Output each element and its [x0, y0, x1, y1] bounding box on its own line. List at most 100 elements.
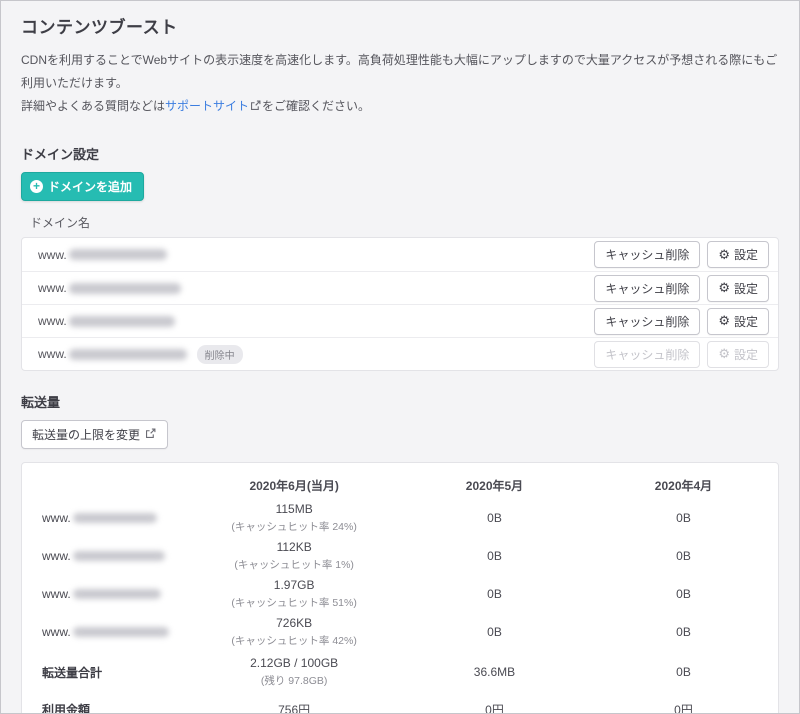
domain-prefix: www. — [38, 314, 67, 328]
transfer-row: www. 726KB(キャッシュヒット率 42%) 0B 0B — [22, 613, 778, 651]
domain-row: www. キャッシュ削除 設定 — [22, 304, 778, 337]
cache-delete-label: キャッシュ削除 — [605, 313, 689, 330]
domain-prefix: www. — [42, 587, 71, 601]
transfer-april: 0B — [589, 511, 778, 525]
transfer-may: 0B — [400, 587, 589, 601]
total-current: 2.12GB / 100GB(残り 97.8GB) — [188, 656, 400, 688]
transfer-april: 0B — [589, 549, 778, 563]
settings-label: 設定 — [734, 313, 758, 330]
transfer-current: 115MB(キャッシュヒット率 24%) — [188, 502, 400, 534]
redacted-domain — [69, 283, 181, 294]
support-site-link[interactable]: サポートサイト — [165, 99, 249, 113]
domain-row: www. キャッシュ削除 設定 — [22, 271, 778, 304]
transfer-current: 1.97GB(キャッシュヒット率 51%) — [188, 578, 400, 610]
settings-button-disabled: 設定 — [707, 341, 769, 368]
fee-label: 利用金額 — [22, 701, 188, 714]
redacted-domain — [73, 589, 161, 599]
cache-delete-button[interactable]: キャッシュ削除 — [594, 241, 700, 268]
change-transfer-limit-button[interactable]: 転送量の上限を変更 — [21, 420, 168, 449]
settings-button[interactable]: 設定 — [707, 241, 769, 268]
gear-icon — [718, 281, 730, 295]
settings-label: 設定 — [734, 346, 758, 363]
domain-list: www. キャッシュ削除 設定 www. キャッシュ削除 設定 www. キャッ… — [21, 237, 779, 371]
domain-row: www. キャッシュ削除 設定 — [22, 238, 778, 271]
transfer-total-row: 転送量合計 2.12GB / 100GB(残り 97.8GB) 36.6MB 0… — [22, 651, 778, 693]
transfer-domain: www. — [22, 549, 188, 563]
redacted-domain — [69, 349, 187, 360]
domain-prefix: www. — [38, 281, 67, 295]
total-label: 転送量合計 — [22, 664, 188, 681]
domain-prefix: www. — [42, 511, 71, 525]
transfer-domain: www. — [22, 511, 188, 525]
header-april: 2020年4月 — [589, 477, 778, 494]
external-link-icon — [145, 428, 156, 442]
transfer-table: 2020年6月(当月) 2020年5月 2020年4月 www. 115MB(キ… — [21, 462, 779, 714]
transfer-row: www. 112KB(キャッシュヒット率 1%) 0B 0B — [22, 537, 778, 575]
transfer-current: 112KB(キャッシュヒット率 1%) — [188, 540, 400, 572]
cache-hit-note: (キャッシュヒット率 24%) — [188, 519, 400, 534]
add-domain-button[interactable]: ドメインを追加 — [21, 172, 144, 201]
domain-row-actions: キャッシュ削除 設定 — [594, 241, 769, 268]
transfer-may: 0B — [400, 625, 589, 639]
redacted-domain — [73, 551, 165, 561]
domain-name: www. 削除中 — [38, 345, 243, 364]
domain-row-actions: キャッシュ削除 設定 — [594, 341, 769, 368]
transfer-may: 0B — [400, 549, 589, 563]
settings-label: 設定 — [734, 246, 758, 263]
content-boost-page: コンテンツブースト CDNを利用することでWebサイトの表示速度を高速化します。… — [0, 0, 800, 714]
page-description: CDNを利用することでWebサイトの表示速度を高速化します。高負荷処理性能も大幅… — [21, 49, 779, 119]
transfer-heading: 転送量 — [21, 392, 779, 411]
plus-icon — [30, 180, 43, 193]
redacted-domain — [69, 249, 167, 260]
settings-label: 設定 — [734, 280, 758, 297]
transfer-current: 726KB(キャッシュヒット率 42%) — [188, 616, 400, 648]
transfer-domain: www. — [22, 625, 188, 639]
description-line2-post: をご確認ください。 — [262, 99, 370, 113]
description-line1: CDNを利用することでWebサイトの表示速度を高速化します。高負荷処理性能も大幅… — [21, 53, 777, 90]
description-line2-pre: 詳細やよくある質問などは — [21, 99, 165, 113]
page-title: コンテンツブースト — [21, 13, 779, 38]
external-link-icon — [250, 96, 261, 119]
cache-hit-note: (キャッシュヒット率 1%) — [188, 557, 400, 572]
gear-icon — [718, 347, 730, 361]
transfer-april: 0B — [589, 587, 778, 601]
transfer-domain: www. — [22, 587, 188, 601]
cache-delete-button[interactable]: キャッシュ削除 — [594, 308, 700, 335]
fee-may: 0円 — [400, 701, 589, 714]
transfer-april: 0B — [589, 625, 778, 639]
domain-row-deleting: www. 削除中 キャッシュ削除 設定 — [22, 337, 778, 370]
transfer-row: www. 115MB(キャッシュヒット率 24%) 0B 0B — [22, 499, 778, 537]
total-april: 0B — [589, 665, 778, 679]
transfer-row: www. 1.97GB(キャッシュヒット率 51%) 0B 0B — [22, 575, 778, 613]
domain-prefix: www. — [38, 347, 67, 361]
domain-name: www. — [38, 314, 175, 328]
domain-row-actions: キャッシュ削除 設定 — [594, 308, 769, 335]
gear-icon — [718, 248, 730, 262]
add-domain-label: ドメインを追加 — [48, 178, 132, 195]
cache-delete-button[interactable]: キャッシュ削除 — [594, 275, 700, 302]
cache-delete-button-disabled: キャッシュ削除 — [594, 341, 700, 368]
deleting-status-badge: 削除中 — [197, 345, 243, 364]
cache-hit-note: (キャッシュヒット率 42%) — [188, 633, 400, 648]
settings-button[interactable]: 設定 — [707, 275, 769, 302]
cache-hit-note: (キャッシュヒット率 51%) — [188, 595, 400, 610]
gear-icon — [718, 314, 730, 328]
cache-delete-label: キャッシュ削除 — [605, 246, 689, 263]
domain-prefix: www. — [38, 248, 67, 262]
header-may: 2020年5月 — [400, 477, 589, 494]
domain-prefix: www. — [42, 549, 71, 563]
settings-button[interactable]: 設定 — [707, 308, 769, 335]
transfer-table-header: 2020年6月(当月) 2020年5月 2020年4月 — [22, 472, 778, 499]
domain-prefix: www. — [42, 625, 71, 639]
cache-delete-label: キャッシュ削除 — [605, 280, 689, 297]
fee-row: 利用金額 756円 0円 0円 — [22, 693, 778, 714]
domain-name-column-header: ドメイン名 — [30, 214, 779, 231]
redacted-domain — [73, 627, 169, 637]
redacted-domain — [73, 513, 157, 523]
domain-name: www. — [38, 248, 167, 262]
transfer-may: 0B — [400, 511, 589, 525]
fee-april: 0円 — [589, 701, 778, 714]
change-transfer-limit-label: 転送量の上限を変更 — [32, 426, 140, 443]
cache-delete-label: キャッシュ削除 — [605, 346, 689, 363]
redacted-domain — [69, 316, 175, 327]
